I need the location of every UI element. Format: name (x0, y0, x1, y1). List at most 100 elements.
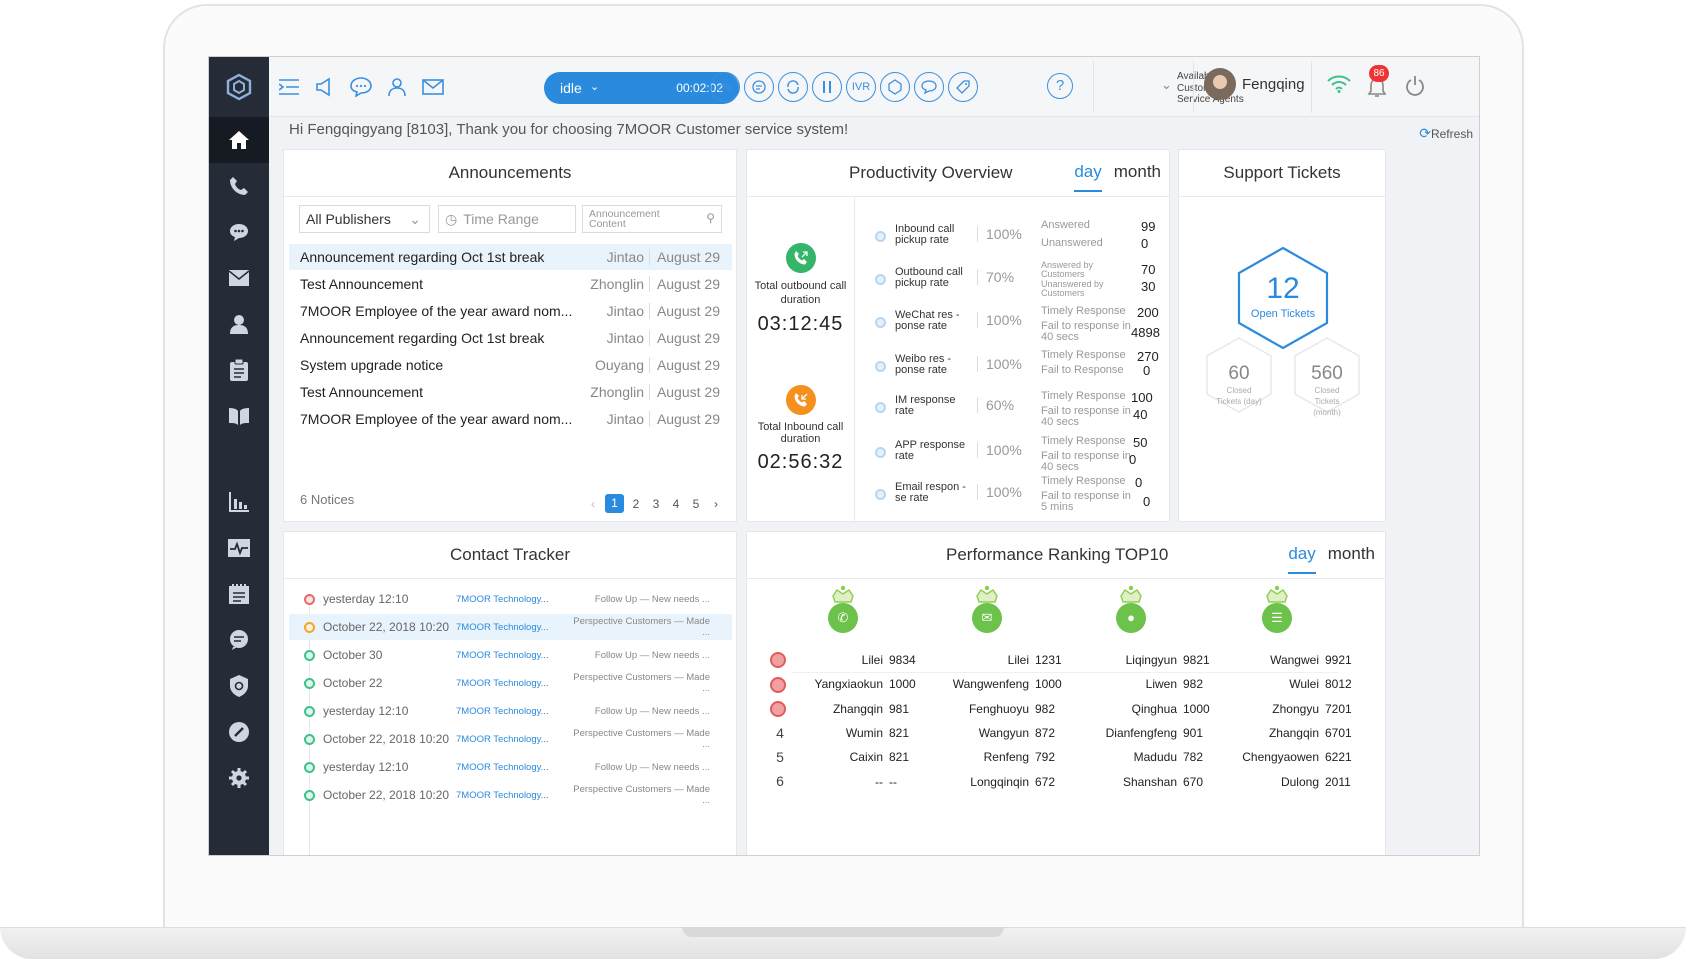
closed-day-stat[interactable]: 60 Closed Tickets (day) (1207, 363, 1271, 407)
contact-company-link[interactable]: 7MOOR Technology... (456, 762, 549, 773)
help-icon[interactable]: ? (1047, 73, 1073, 99)
contact-row[interactable]: October 22, 2018 10:20 7MOOR Technology..… (289, 782, 732, 808)
rate-label: Timely Response (1041, 305, 1126, 317)
message-button[interactable] (914, 72, 944, 102)
timeline-dot-icon (304, 621, 315, 633)
sidebar-item-tasks[interactable] (209, 347, 269, 393)
agent-score: 901 (1183, 725, 1204, 740)
contact-company-link[interactable]: 7MOOR Technology... (456, 594, 549, 605)
next-page-icon[interactable]: › (708, 497, 724, 511)
agent-score: 821 (889, 725, 910, 740)
hangup-button[interactable] (710, 72, 740, 102)
announcement-publisher: Jintao (606, 303, 644, 319)
outbound-call-icon (785, 243, 816, 273)
announcement-row[interactable]: Test Announcement Zhonglin August 29 (289, 379, 732, 405)
collapse-menu-icon[interactable] (275, 73, 303, 101)
chat-bubble-icon[interactable] (347, 73, 375, 101)
status-dot (875, 447, 886, 458)
agent-score: 1000 (889, 677, 916, 692)
transfer-button[interactable] (778, 72, 808, 102)
tab-day[interactable]: day (1288, 544, 1316, 574)
contact-company-link[interactable]: 7MOOR Technology... (456, 734, 549, 745)
welcome-message: Hi Fengqingyang [8103], Thank you for ch… (289, 121, 849, 138)
tab-month[interactable]: month (1328, 544, 1375, 563)
team-icon[interactable] (383, 73, 411, 101)
satisfaction-button[interactable] (880, 72, 910, 102)
announcement-row[interactable]: Announcement regarding Oct 1st break Jint… (289, 325, 732, 351)
agent-name: Lilei (861, 653, 883, 667)
rate-value: 0 (1143, 494, 1151, 509)
agent-name: Dulong (1280, 774, 1319, 789)
agent-name: Wangyun (978, 725, 1029, 740)
contact-row[interactable]: October 22 7MOOR Technology... Perspective… (289, 670, 732, 696)
announce-icon[interactable] (311, 73, 339, 101)
page-button[interactable]: 3 (648, 497, 664, 511)
contact-row[interactable]: October 22, 2018 10:20 7MOOR Technology..… (289, 726, 732, 752)
sidebar-item-knowledge[interactable] (209, 393, 269, 439)
publisher-select[interactable]: All Publishers ⌄ (299, 205, 430, 233)
ivr-button[interactable]: IVR (846, 72, 876, 102)
contact-time: yesterday 12:10 (323, 760, 409, 774)
hold-button[interactable] (812, 72, 842, 102)
announcement-row[interactable]: 7MOOR Employee of the year award nom... J… (289, 406, 732, 432)
sidebar-item-quality[interactable] (209, 663, 269, 709)
sidebar-item-monitor[interactable] (209, 525, 269, 571)
contact-company-link[interactable]: 7MOOR Technology... (456, 650, 549, 661)
announcement-row[interactable]: System upgrade notice Ouyang August 29 (289, 352, 732, 378)
shield-icon (230, 675, 248, 697)
sidebar-item-contacts[interactable] (209, 301, 269, 347)
sidebar-item-chat[interactable] (209, 209, 269, 255)
ranking-divider (791, 672, 1339, 673)
ranking-entry: Zhongyu 7201 (1209, 702, 1351, 716)
inbound-duration-label: Total Inbound call duration (757, 421, 844, 445)
contact-company-link[interactable]: 7MOOR Technology... (456, 706, 549, 717)
time-range-input[interactable]: ◷ Time Range (438, 205, 576, 233)
open-tickets-stat[interactable]: 12 Open Tickets (1239, 272, 1327, 320)
rate-percent: 60% (977, 397, 1014, 413)
tab-day[interactable]: day (1074, 162, 1102, 192)
contact-company-link[interactable]: 7MOOR Technology... (456, 622, 549, 633)
consult-button[interactable] (744, 72, 774, 102)
contact-row[interactable]: yesterday 12:10 7MOOR Technology... Follow… (289, 754, 732, 780)
refresh-button[interactable]: ⟳Refresh (1419, 125, 1473, 142)
content-search-placeholder: Announcement Content (589, 208, 660, 230)
tab-month[interactable]: month (1114, 162, 1161, 181)
announcement-row[interactable]: 7MOOR Employee of the year award nom... J… (289, 298, 732, 324)
content-search-input[interactable]: Announcement Content ⚲ (582, 205, 722, 233)
contact-company-link[interactable]: 7MOOR Technology... (456, 678, 549, 689)
closed-month-stat[interactable]: 560 Closed Tickets (month) (1295, 363, 1359, 418)
user-icon (230, 315, 248, 334)
sidebar-item-calls[interactable] (209, 163, 269, 209)
rate-label: Fail to Response (1041, 364, 1124, 376)
contact-row[interactable]: yesterday 12:10 7MOOR Technology... Follow… (289, 698, 732, 724)
contact-company-link[interactable]: 7MOOR Technology... (456, 790, 549, 801)
sidebar-item-integrations[interactable] (209, 709, 269, 755)
announcement-publisher: Zhonglin (590, 276, 644, 292)
rate-row: Outbound call pickup rate 70% Answered by … (871, 261, 1171, 303)
chevron-down-icon[interactable]: ⌄ (1161, 77, 1172, 93)
user-menu[interactable]: Fengqing (1204, 68, 1305, 100)
rate-label: Answered (1041, 219, 1090, 231)
sidebar-item-messages[interactable] (209, 617, 269, 663)
sidebar-item-schedule[interactable] (209, 571, 269, 617)
mail-icon[interactable] (419, 73, 447, 101)
sidebar-item-email[interactable] (209, 255, 269, 301)
sidebar-item-home[interactable] (209, 117, 269, 163)
page-button[interactable]: 5 (688, 497, 704, 511)
sidebar-item-reports[interactable] (209, 479, 269, 525)
announcement-row[interactable]: Announcement regarding Oct 1st break Jint… (289, 244, 732, 270)
power-icon[interactable] (1405, 75, 1425, 102)
page-button[interactable]: 2 (628, 497, 644, 511)
announcement-date: August 29 (648, 411, 720, 427)
announcement-row[interactable]: Test Announcement Zhonglin August 29 (289, 271, 732, 297)
contact-row[interactable]: October 30 7MOOR Technology... Follow Up —… (289, 642, 732, 668)
tag-button[interactable] (948, 72, 978, 102)
prev-page-icon[interactable]: ‹ (585, 497, 601, 511)
page-button[interactable]: 1 (605, 494, 624, 513)
page-button[interactable]: 4 (668, 497, 684, 511)
contact-row[interactable]: yesterday 12:10 7MOOR Technology... Follow… (289, 586, 732, 612)
rate-percent: 100% (977, 442, 1022, 458)
sidebar-item-settings[interactable] (209, 755, 269, 801)
contact-row[interactable]: October 22, 2018 10:20 7MOOR Technology..… (289, 614, 732, 640)
rate-percent: 100% (977, 356, 1022, 372)
